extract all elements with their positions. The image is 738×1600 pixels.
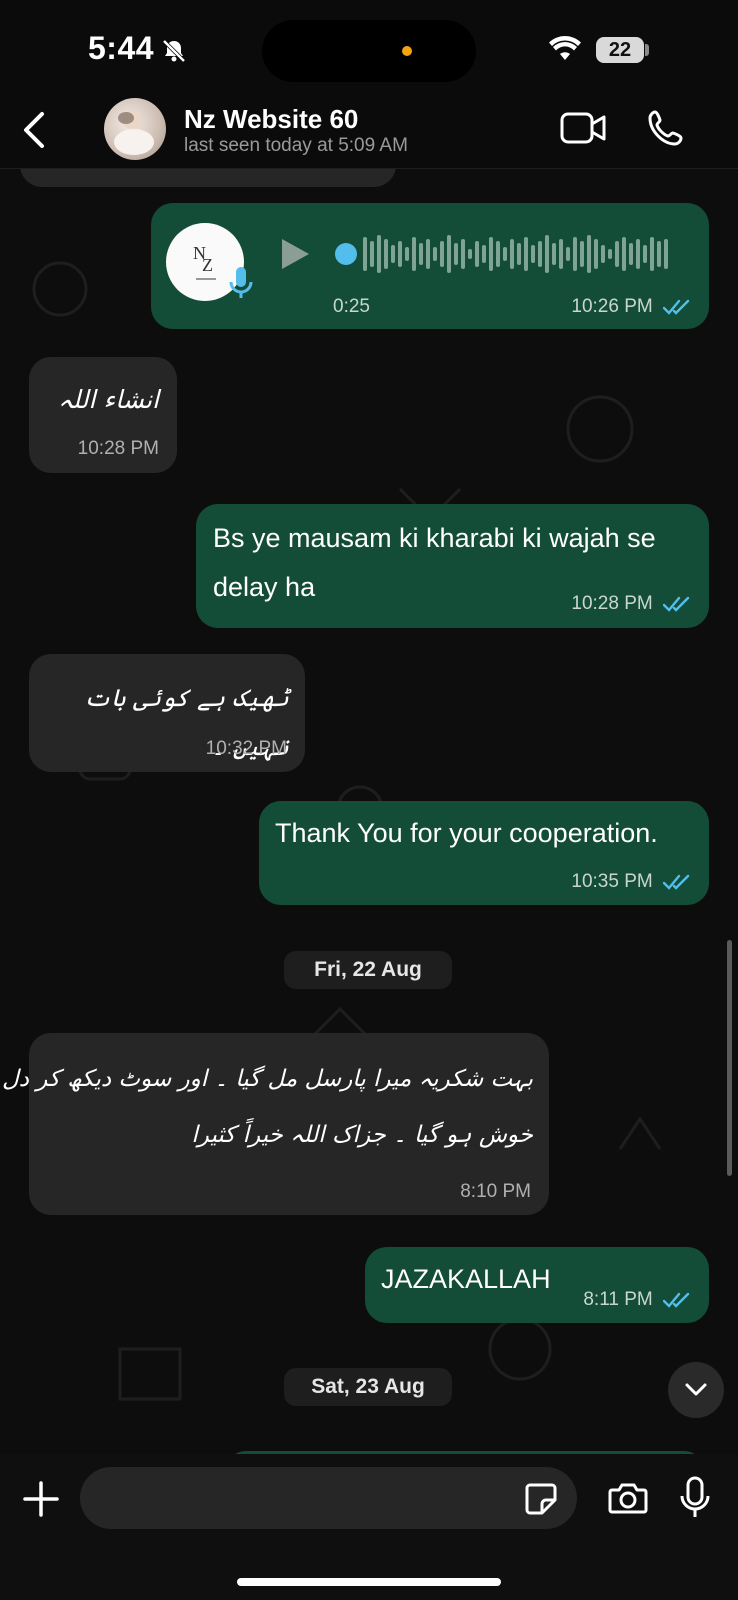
message-time: 10:32 PM [205, 738, 287, 759]
message-meta: 8:11 PM [583, 1289, 691, 1311]
scroll-to-bottom-button[interactable] [668, 1362, 724, 1418]
sticker-icon[interactable] [524, 1482, 558, 1521]
message-text-line-1: بہت شکریہ میرا پارسل مل گیا ۔ اور سوٹ دی… [2, 1066, 533, 1092]
microphone-icon[interactable] [680, 1476, 710, 1525]
message-time: 8:11 PM [583, 1289, 653, 1310]
message-text-line-2: خوش ہو گیا ۔ جزاک اللہ خیراً کثیرا [191, 1122, 533, 1148]
message-bubble-incoming[interactable]: انشاء اللہ 10:28 PM [29, 357, 177, 473]
message-bubble-outgoing[interactable]: Bs ye mausam ki kharabi ki wajah se dela… [196, 504, 709, 628]
read-receipt-icon [663, 874, 690, 890]
back-chevron-icon[interactable] [20, 110, 48, 155]
message-bubble-outgoing[interactable]: JAZAKALLAH 8:11 PM [365, 1247, 709, 1323]
message-text-line-1: Bs ye mausam ki kharabi ki wajah se [213, 523, 656, 553]
silent-bell-icon [160, 37, 188, 70]
message-time: 10:28 PM [571, 593, 653, 614]
svg-text:Z: Z [202, 255, 213, 275]
message-time: 10:26 PM [571, 296, 653, 317]
voice-call-icon[interactable] [646, 108, 686, 153]
contact-avatar[interactable] [104, 98, 166, 160]
date-separator: Fri, 22 Aug [284, 951, 452, 989]
message-bubble-incoming[interactable]: بہت شکریہ میرا پارسل مل گیا ۔ اور سوٹ دی… [2, 1033, 549, 1215]
home-indicator[interactable] [237, 1578, 501, 1586]
wifi-icon [548, 36, 582, 67]
message-text-line-2: delay ha [213, 572, 316, 602]
microphone-icon [228, 265, 254, 306]
privacy-indicator [402, 46, 412, 56]
message-meta: 10:35 PM [571, 871, 691, 893]
read-receipt-icon [663, 1292, 690, 1308]
battery-indicator: 22 [596, 37, 644, 63]
chevron-down-icon [685, 1383, 707, 1396]
battery-tip [645, 44, 649, 56]
play-icon[interactable] [279, 237, 311, 276]
message-bubble-outgoing[interactable]: Thank You for your cooperation. 10:35 PM [259, 801, 709, 905]
status-time: 5:44 [88, 30, 155, 66]
voice-duration: 0:25 [333, 296, 370, 317]
contact-name[interactable]: Nz Website 60 [184, 104, 358, 135]
message-text: انشاء اللہ [57, 385, 159, 414]
message-time: 10:35 PM [571, 871, 653, 892]
plus-icon[interactable] [22, 1480, 60, 1523]
message-input[interactable] [80, 1467, 577, 1529]
message-text: JAZAKALLAH [381, 1264, 551, 1294]
dynamic-island [262, 20, 476, 82]
read-receipt-icon [663, 596, 690, 612]
chat-area[interactable]: NZ 0:25 10:26 PM انشاء اللہ 10:28 PM Bs [0, 169, 738, 1454]
voice-waveform[interactable] [335, 231, 685, 282]
message-text: Thank You for your cooperation. [275, 818, 658, 848]
message-meta: 10:28 PM [571, 593, 691, 615]
message-time: 10:28 PM [77, 438, 159, 459]
message-bubble-incoming[interactable] [20, 169, 396, 187]
camera-icon[interactable] [608, 1480, 648, 1521]
date-separator: Sat, 23 Aug [284, 1368, 452, 1406]
video-call-icon[interactable] [560, 111, 608, 150]
scrollbar[interactable] [727, 940, 732, 1176]
read-receipt-icon [663, 299, 690, 315]
message-time: 8:10 PM [460, 1181, 531, 1202]
message-meta: 10:26 PM [571, 296, 691, 318]
voice-message-bubble[interactable]: NZ 0:25 10:26 PM [151, 203, 709, 329]
last-seen-status: last seen today at 5:09 AM [184, 135, 408, 156]
message-bubble-incoming[interactable]: ٹھیک ہے کوئی بات نہیں ۔ 10:32 PM [29, 654, 305, 772]
